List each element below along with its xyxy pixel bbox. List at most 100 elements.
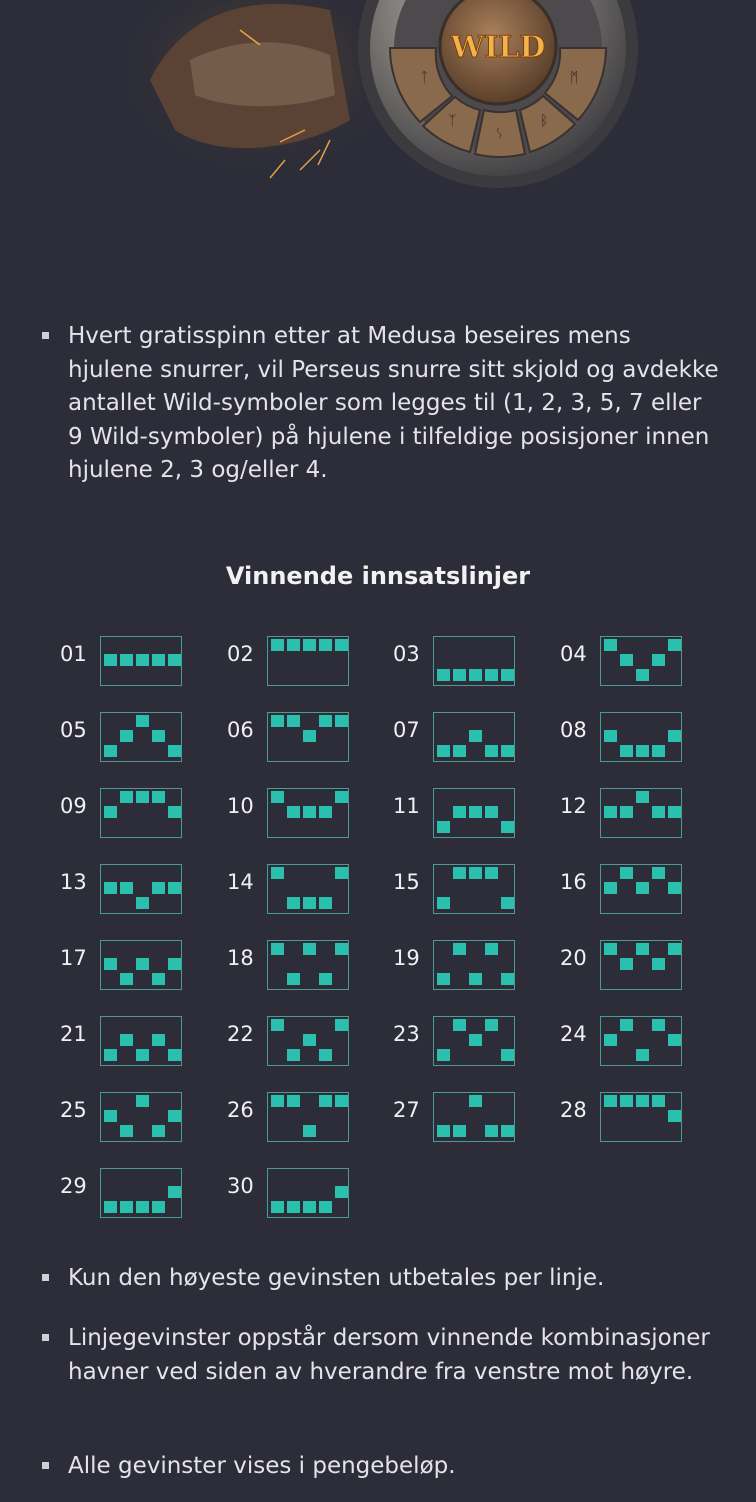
payline-cell — [485, 669, 498, 681]
payline-cell — [469, 867, 482, 879]
payline-cell — [604, 730, 617, 742]
payline-cell — [120, 654, 133, 666]
bullet-text: Hvert gratisspinn etter at Medusa beseir… — [68, 323, 719, 483]
payline-number: 18 — [227, 946, 254, 970]
bullet-icon — [42, 332, 49, 339]
wild-label: WILD — [450, 30, 546, 65]
payline-cell — [303, 639, 316, 651]
payline-cell — [319, 973, 332, 985]
payline-diagram — [100, 1168, 182, 1218]
payline-cell — [271, 1019, 284, 1031]
bullet-item: Kun den høyeste gevinsten utbetales per … — [40, 1262, 720, 1296]
payline-cell — [136, 654, 149, 666]
payline-cell — [120, 973, 133, 985]
payline-diagram — [600, 864, 682, 914]
payline-cell — [636, 791, 649, 803]
payline-cell — [501, 1125, 514, 1137]
payline-number: 09 — [60, 794, 87, 818]
payline-cell — [620, 958, 633, 970]
payline-cell — [652, 958, 665, 970]
bullet-item: Linjegevinster oppstår dersom vinnende k… — [40, 1322, 720, 1389]
payline-cell — [620, 745, 633, 757]
payline-number: 26 — [227, 1098, 254, 1122]
payline-cell — [168, 806, 181, 818]
payline-cell — [668, 730, 681, 742]
payline-number: 30 — [227, 1174, 254, 1198]
payline-cell — [168, 1110, 181, 1122]
payline-cell — [652, 806, 665, 818]
payline-cell — [636, 745, 649, 757]
payline-diagram — [267, 788, 349, 838]
payline-cell — [453, 1125, 466, 1137]
payline-cell — [287, 806, 300, 818]
payline-cell — [271, 1095, 284, 1107]
payline-number: 05 — [60, 718, 87, 742]
payline-cell — [136, 897, 149, 909]
payline-diagram — [600, 1016, 682, 1066]
payline-cell — [668, 943, 681, 955]
payline-cell — [604, 943, 617, 955]
payline-diagram — [433, 1016, 515, 1066]
payline-cell — [335, 1186, 348, 1198]
payline-cell — [152, 791, 165, 803]
payline-cell — [501, 1049, 514, 1061]
payline-cell — [437, 745, 450, 757]
intro-bullets: Hvert gratisspinn etter at Medusa beseir… — [40, 320, 720, 488]
payline-diagram — [600, 788, 682, 838]
payline-cell — [453, 1019, 466, 1031]
payline-cell — [469, 1095, 482, 1107]
payline-cell — [437, 973, 450, 985]
payline-number: 21 — [60, 1022, 87, 1046]
bullet-text: Kun den høyeste gevinsten utbetales per … — [68, 1265, 605, 1291]
payline-number: 11 — [393, 794, 420, 818]
payline-diagram — [433, 788, 515, 838]
payline-diagram — [267, 864, 349, 914]
payline-cell — [319, 639, 332, 651]
payline-number: 15 — [393, 870, 420, 894]
payline-number: 08 — [560, 718, 587, 742]
payline-cell — [437, 821, 450, 833]
payline-cell — [453, 669, 466, 681]
payline-cell — [485, 806, 498, 818]
payline-cell — [303, 806, 316, 818]
payline-cell — [485, 745, 498, 757]
payline-cell — [303, 730, 316, 742]
svg-text:ᛊ: ᛊ — [495, 126, 503, 142]
svg-text:ᛉ: ᛉ — [448, 113, 456, 129]
svg-text:ᛗ: ᛗ — [570, 70, 578, 86]
svg-text:ᛒ: ᛒ — [540, 113, 548, 129]
payline-cell — [136, 715, 149, 727]
payline-cell — [668, 806, 681, 818]
payline-cell — [152, 1125, 165, 1137]
payline-cell — [636, 943, 649, 955]
payline-number: 01 — [60, 642, 87, 666]
payline-cell — [287, 639, 300, 651]
bullet-icon — [42, 1274, 49, 1281]
payline-cell — [168, 654, 181, 666]
payline-number: 02 — [227, 642, 254, 666]
payline-diagram — [600, 636, 682, 686]
shield-artwork: ᛏ ᛉ ᛊ ᛒ ᛗ WILD — [110, 0, 638, 188]
payline-cell — [271, 791, 284, 803]
payline-cell — [604, 639, 617, 651]
payline-cell — [604, 1034, 617, 1046]
payline-cell — [152, 1201, 165, 1213]
payline-cell — [303, 1201, 316, 1213]
payline-cell — [668, 882, 681, 894]
bullet-icon — [42, 1462, 49, 1469]
payline-cell — [485, 867, 498, 879]
payline-cell — [287, 715, 300, 727]
payline-cell — [652, 1095, 665, 1107]
svg-text:ᛏ: ᛏ — [420, 70, 428, 86]
payline-cell — [152, 882, 165, 894]
payline-cell — [104, 654, 117, 666]
payline-cell — [120, 882, 133, 894]
payline-cell — [620, 654, 633, 666]
payline-cell — [168, 1049, 181, 1061]
payline-cell — [168, 1186, 181, 1198]
payline-cell — [437, 1125, 450, 1137]
payline-cell — [287, 1049, 300, 1061]
payline-diagram — [267, 1016, 349, 1066]
payline-cell — [469, 730, 482, 742]
payline-cell — [104, 882, 117, 894]
